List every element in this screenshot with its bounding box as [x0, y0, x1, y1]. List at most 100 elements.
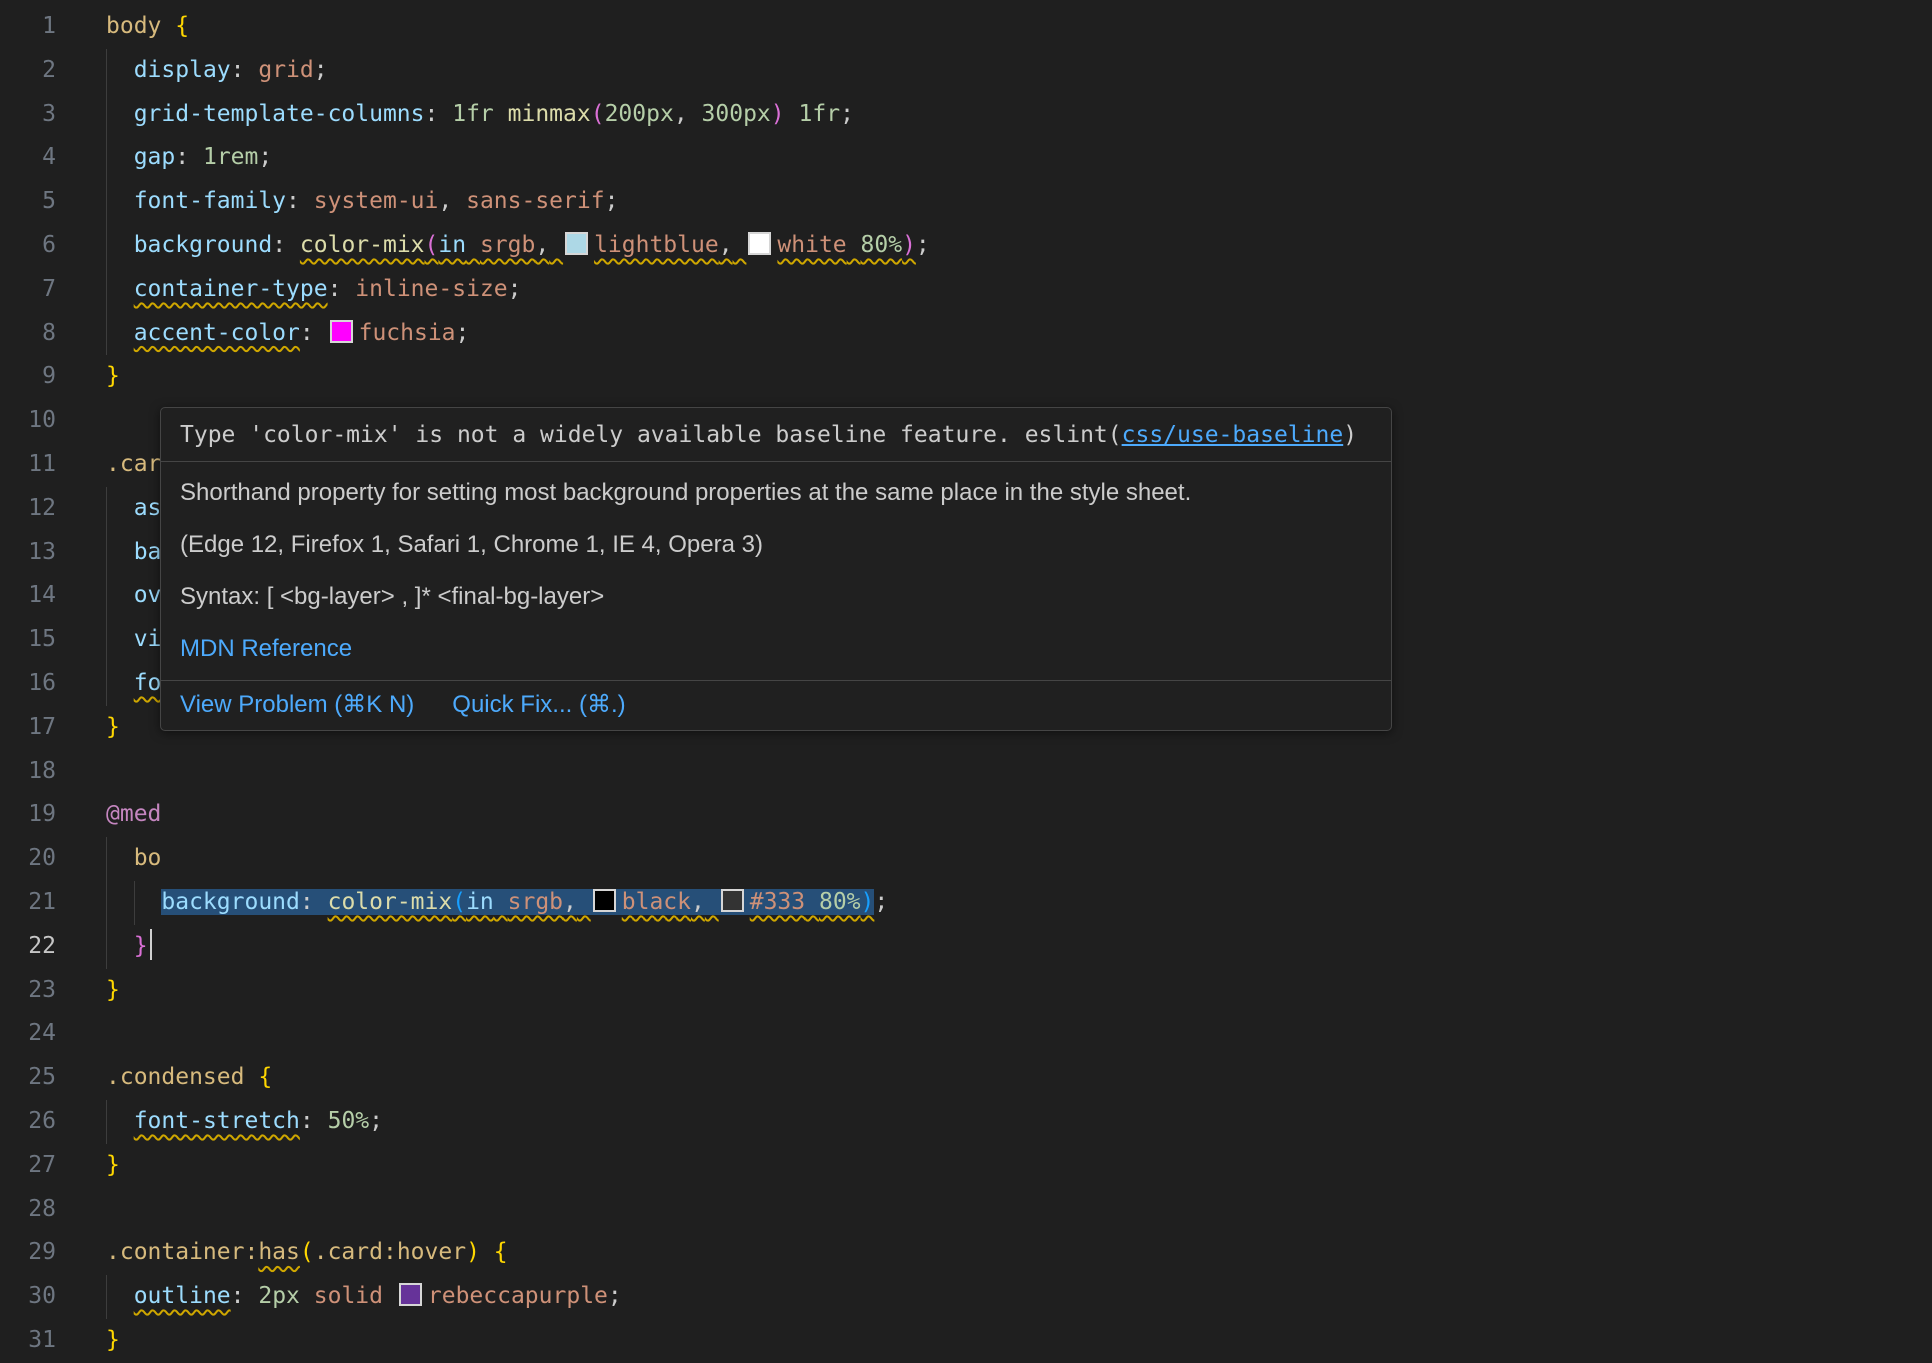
code-line-6[interactable]: 6 background: color-mix(in srgb, lightbl… — [0, 224, 1932, 268]
line-number[interactable]: 18 — [0, 750, 56, 794]
line-number[interactable]: 8 — [0, 312, 56, 356]
code-token: ; — [608, 1283, 622, 1309]
code-line-8[interactable]: 8 accent-color: fuchsia; — [0, 312, 1932, 356]
code-token — [494, 889, 508, 915]
line-number[interactable]: 16 — [0, 662, 56, 706]
line-number[interactable]: 29 — [0, 1231, 56, 1275]
line-number[interactable]: 25 — [0, 1056, 56, 1100]
code-token: 2px — [258, 1283, 300, 1309]
line-number[interactable]: 24 — [0, 1012, 56, 1056]
code-token: system-ui — [314, 188, 439, 214]
code-line-24[interactable]: 24 — [0, 1012, 1932, 1056]
line-number[interactable]: 3 — [0, 93, 56, 137]
color-swatch[interactable] — [721, 889, 744, 912]
code-content: container-type: inline-size; — [106, 268, 1932, 312]
code-line-4[interactable]: 4 gap: 1rem; — [0, 136, 1932, 180]
code-line-28[interactable]: 28 — [0, 1188, 1932, 1232]
diagnostic-rule-link[interactable]: css/use-baseline — [1122, 422, 1344, 448]
code-content: } — [106, 925, 1932, 969]
line-number[interactable]: 21 — [0, 881, 56, 925]
code-line-27[interactable]: 27} — [0, 1144, 1932, 1188]
line-number[interactable]: 17 — [0, 706, 56, 750]
code-token: , — [438, 188, 452, 214]
view-problem-action[interactable]: View Problem (⌘K N) — [180, 690, 414, 720]
indent-guide — [106, 49, 107, 93]
code-content: .condensed { — [106, 1056, 1932, 1100]
code-line-25[interactable]: 25 .condensed { — [0, 1056, 1932, 1100]
code-token: ) — [902, 232, 916, 258]
line-number[interactable]: 1 — [0, 5, 56, 49]
line-number[interactable]: 2 — [0, 49, 56, 93]
line-number[interactable]: 15 — [0, 618, 56, 662]
line-number[interactable]: 11 — [0, 443, 56, 487]
code-token: srgb — [480, 232, 535, 258]
code-line-22[interactable]: 22 } — [0, 925, 1932, 969]
code-token: } — [106, 714, 120, 740]
code-line-19[interactable]: 19@med — [0, 793, 1932, 837]
color-swatch[interactable] — [748, 232, 771, 255]
line-number[interactable]: 12 — [0, 487, 56, 531]
property-description: Shorthand property for setting most back… — [180, 478, 1372, 508]
line-number[interactable]: 14 — [0, 574, 56, 618]
code-line-3[interactable]: 3 grid-template-columns: 1fr minmax(200p… — [0, 93, 1932, 137]
code-token: ( — [425, 232, 439, 258]
code-line-30[interactable]: 30 outline: 2px solid rebeccapurple; — [0, 1275, 1932, 1319]
indent-guide — [106, 487, 107, 531]
code-token — [286, 232, 300, 258]
code-token: bo — [134, 845, 162, 871]
code-token: 80% — [819, 889, 861, 915]
code-token: ; — [605, 188, 619, 214]
code-line-26[interactable]: 26 font-stretch: 50%; — [0, 1100, 1932, 1144]
code-editor[interactable]: 1body {2 display: grid;3 grid-template-c… — [0, 0, 1932, 1358]
color-swatch[interactable] — [565, 232, 588, 255]
line-number[interactable]: 31 — [0, 1319, 56, 1363]
color-swatch[interactable] — [593, 889, 616, 912]
quick-fix-action[interactable]: Quick Fix... (⌘.) — [452, 690, 625, 720]
line-number[interactable]: 19 — [0, 793, 56, 837]
code-line-21[interactable]: 21 background: color-mix(in srgb, black,… — [0, 881, 1932, 925]
code-content: background: color-mix(in srgb, black, #3… — [106, 881, 1932, 925]
code-line-23[interactable]: 23} — [0, 969, 1932, 1013]
line-number[interactable]: 27 — [0, 1144, 56, 1188]
code-line-31[interactable]: 31} — [0, 1319, 1932, 1363]
code-token: grid — [258, 57, 313, 83]
line-number[interactable]: 13 — [0, 531, 56, 575]
line-number[interactable]: 28 — [0, 1188, 56, 1232]
code-token: 50% — [328, 1108, 370, 1134]
code-token — [314, 889, 328, 915]
code-line-29[interactable]: 29.container:has(.card:hover) { — [0, 1231, 1932, 1275]
line-number[interactable]: 26 — [0, 1100, 56, 1144]
code-token — [106, 626, 134, 652]
code-line-18[interactable]: 18 — [0, 750, 1932, 794]
syntax-line: Syntax: [ <bg-layer> , ]* <final-bg-laye… — [180, 582, 1372, 612]
line-number[interactable]: 20 — [0, 837, 56, 881]
code-line-1[interactable]: 1body { — [0, 5, 1932, 49]
code-content — [106, 1188, 1932, 1232]
line-number[interactable]: 5 — [0, 180, 56, 224]
line-number[interactable]: 4 — [0, 136, 56, 180]
code-line-9[interactable]: 9} — [0, 355, 1932, 399]
code-token: { — [258, 1064, 272, 1090]
code-token: } — [106, 977, 120, 1003]
line-number[interactable]: 23 — [0, 969, 56, 1013]
code-token — [314, 1108, 328, 1134]
code-line-7[interactable]: 7 container-type: inline-size; — [0, 268, 1932, 312]
code-token — [245, 1283, 259, 1309]
color-swatch[interactable] — [399, 1283, 422, 1306]
line-number[interactable]: 30 — [0, 1275, 56, 1319]
line-number[interactable]: 7 — [0, 268, 56, 312]
color-swatch[interactable] — [330, 320, 353, 343]
code-token: solid — [314, 1283, 383, 1309]
code-token: .container: — [106, 1239, 258, 1265]
line-number[interactable]: 9 — [0, 355, 56, 399]
line-number[interactable]: 22 — [0, 925, 56, 969]
code-token — [106, 188, 134, 214]
code-line-5[interactable]: 5 font-family: system-ui, sans-serif; — [0, 180, 1932, 224]
code-token — [106, 845, 134, 871]
code-line-2[interactable]: 2 display: grid; — [0, 49, 1932, 93]
code-token: ; — [508, 276, 522, 302]
line-number[interactable]: 10 — [0, 399, 56, 443]
code-line-20[interactable]: 20 bo — [0, 837, 1932, 881]
line-number[interactable]: 6 — [0, 224, 56, 268]
mdn-reference-link[interactable]: MDN Reference — [180, 635, 352, 662]
